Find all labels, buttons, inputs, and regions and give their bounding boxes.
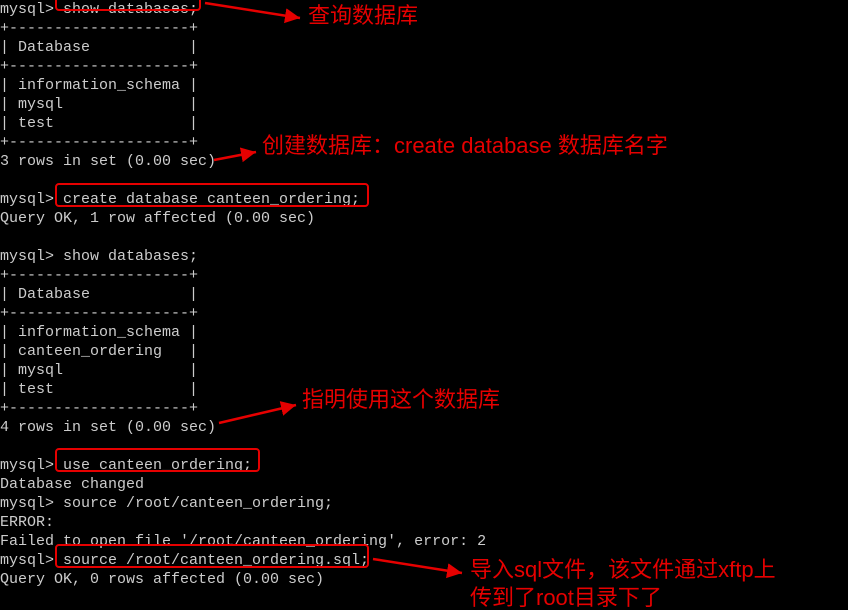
annotation-create-db: 创建数据库：create database 数据库名字 [262, 136, 668, 155]
annotation-use-db: 指明使用这个数据库 [302, 390, 500, 409]
annotation-import-sql-line2: 传到了root目录下了 [470, 588, 662, 607]
annotation-import-sql-line1: 导入sql文件，该文件通过xftp上 [470, 560, 776, 579]
annotation-query-db: 查询数据库 [308, 6, 418, 25]
terminal-output: mysql> show databases; +----------------… [0, 0, 486, 589]
